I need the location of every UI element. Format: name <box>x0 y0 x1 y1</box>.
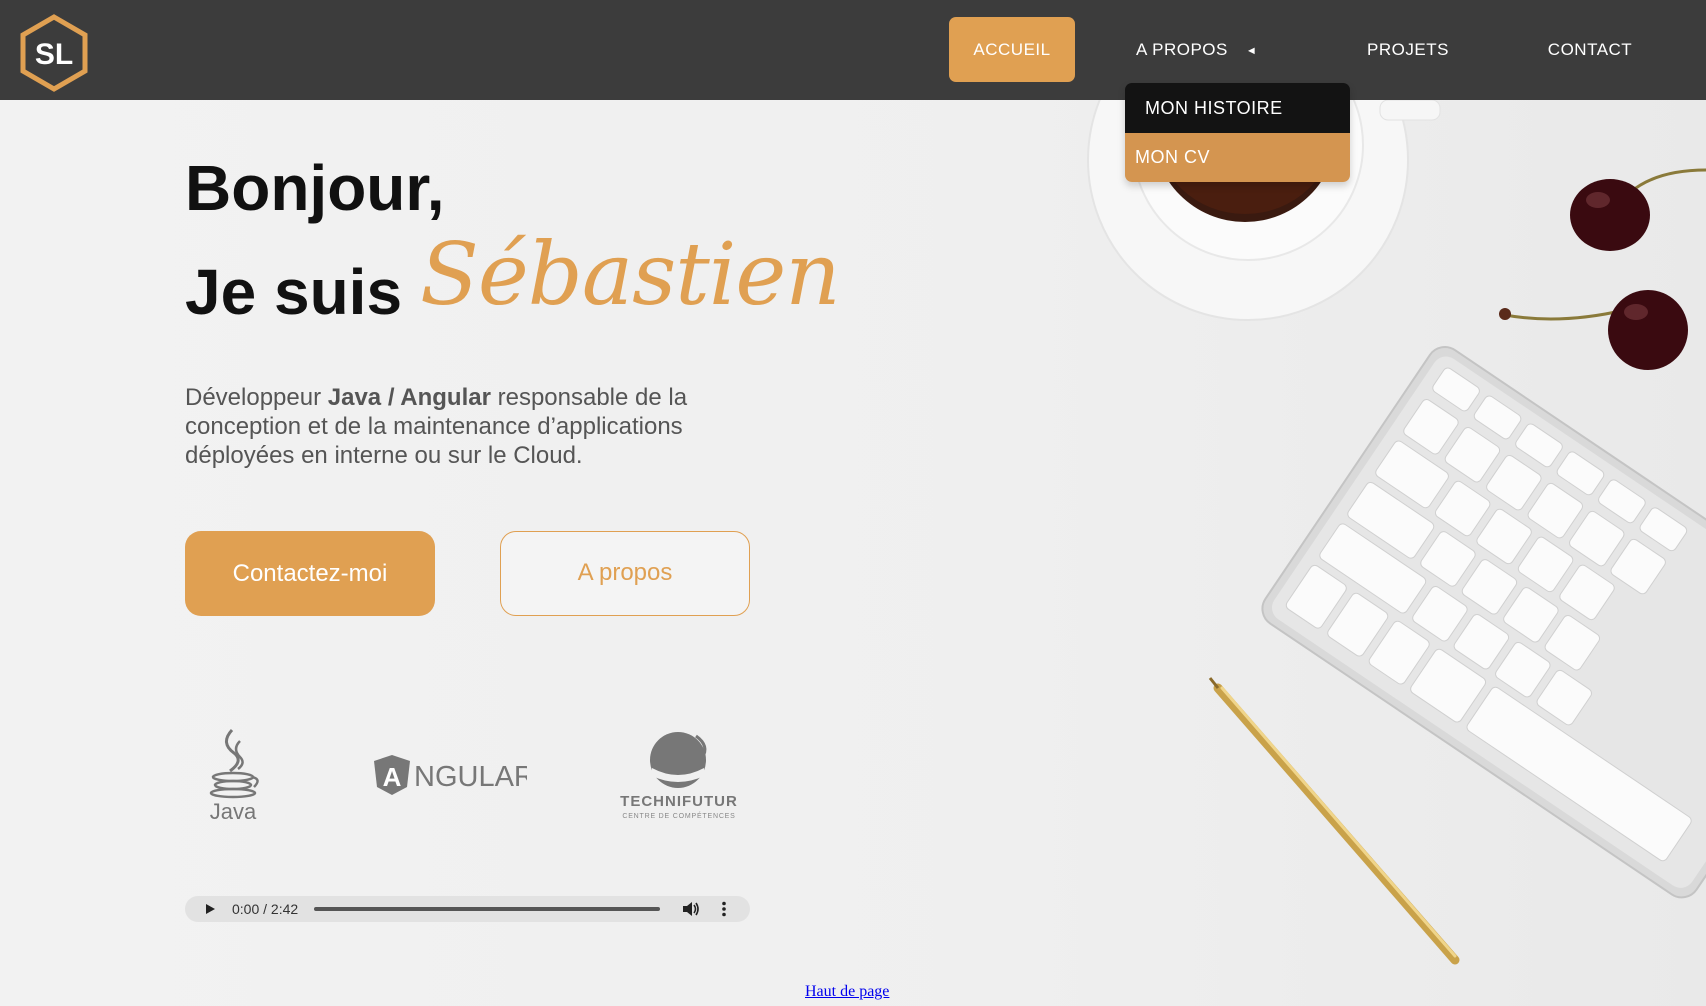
hero-description: Développeur Java / Angular responsable d… <box>185 383 745 470</box>
nav-accueil[interactable]: ACCUEIL <box>949 17 1075 82</box>
about-button[interactable]: A propos <box>500 531 750 616</box>
technifutur-logo-icon: TECHNIFUTUR CENTRE DE COMPÉTENCES <box>620 732 738 820</box>
nav-apropos[interactable]: A PROPOS ◄ <box>1136 17 1286 82</box>
desc-bold: Java / Angular <box>327 384 491 411</box>
audio-progress-bar[interactable] <box>314 907 660 911</box>
top-navigation-bar: SL ACCUEIL A PROPOS ◄ PROJETS CONTACT <box>0 0 1706 100</box>
angular-logo-letter: A <box>383 762 402 792</box>
keyboard-image <box>1261 345 1706 899</box>
more-options-icon[interactable] <box>721 901 727 917</box>
sl-logo-icon[interactable]: SL <box>20 14 88 92</box>
cherries-image <box>1499 168 1706 370</box>
contact-me-button[interactable]: Contactez-moi <box>185 531 435 616</box>
technifutur-logo-text: TECHNIFUTUR <box>620 793 738 810</box>
nav-apropos-label: A PROPOS <box>1136 40 1228 59</box>
hero-name: Sébastien <box>420 225 841 325</box>
angular-logo-text: NGULAR <box>414 761 527 793</box>
play-icon[interactable] <box>206 904 215 914</box>
nav-projets[interactable]: PROJETS <box>1358 17 1458 82</box>
caret-left-icon: ◄ <box>1245 45 1258 57</box>
nav-contact[interactable]: CONTACT <box>1540 17 1640 82</box>
hero-greeting: Bonjour, <box>185 152 445 224</box>
back-to-top-link[interactable]: Haut de page <box>805 983 889 1001</box>
apropos-dropdown-menu: MON HISTOIRE MON CV <box>1125 83 1350 182</box>
volume-icon[interactable] <box>682 901 700 917</box>
menu-item-mon-cv[interactable]: MON CV <box>1125 133 1350 182</box>
java-logo-text: Java <box>210 799 257 824</box>
audio-time: 0:00 / 2:42 <box>232 901 299 917</box>
hero-intro: Je suis <box>185 256 403 328</box>
audio-player: 0:00 / 2:42 <box>185 896 750 922</box>
technifutur-logo-subtext: CENTRE DE COMPÉTENCES <box>622 811 735 820</box>
logo-text: SL <box>35 38 73 71</box>
menu-item-mon-histoire[interactable]: MON HISTOIRE <box>1125 83 1350 133</box>
desc-prefix: Développeur <box>185 384 328 411</box>
angular-logo-icon: A NGULAR <box>374 755 527 795</box>
java-logo-icon: Java <box>209 728 259 824</box>
